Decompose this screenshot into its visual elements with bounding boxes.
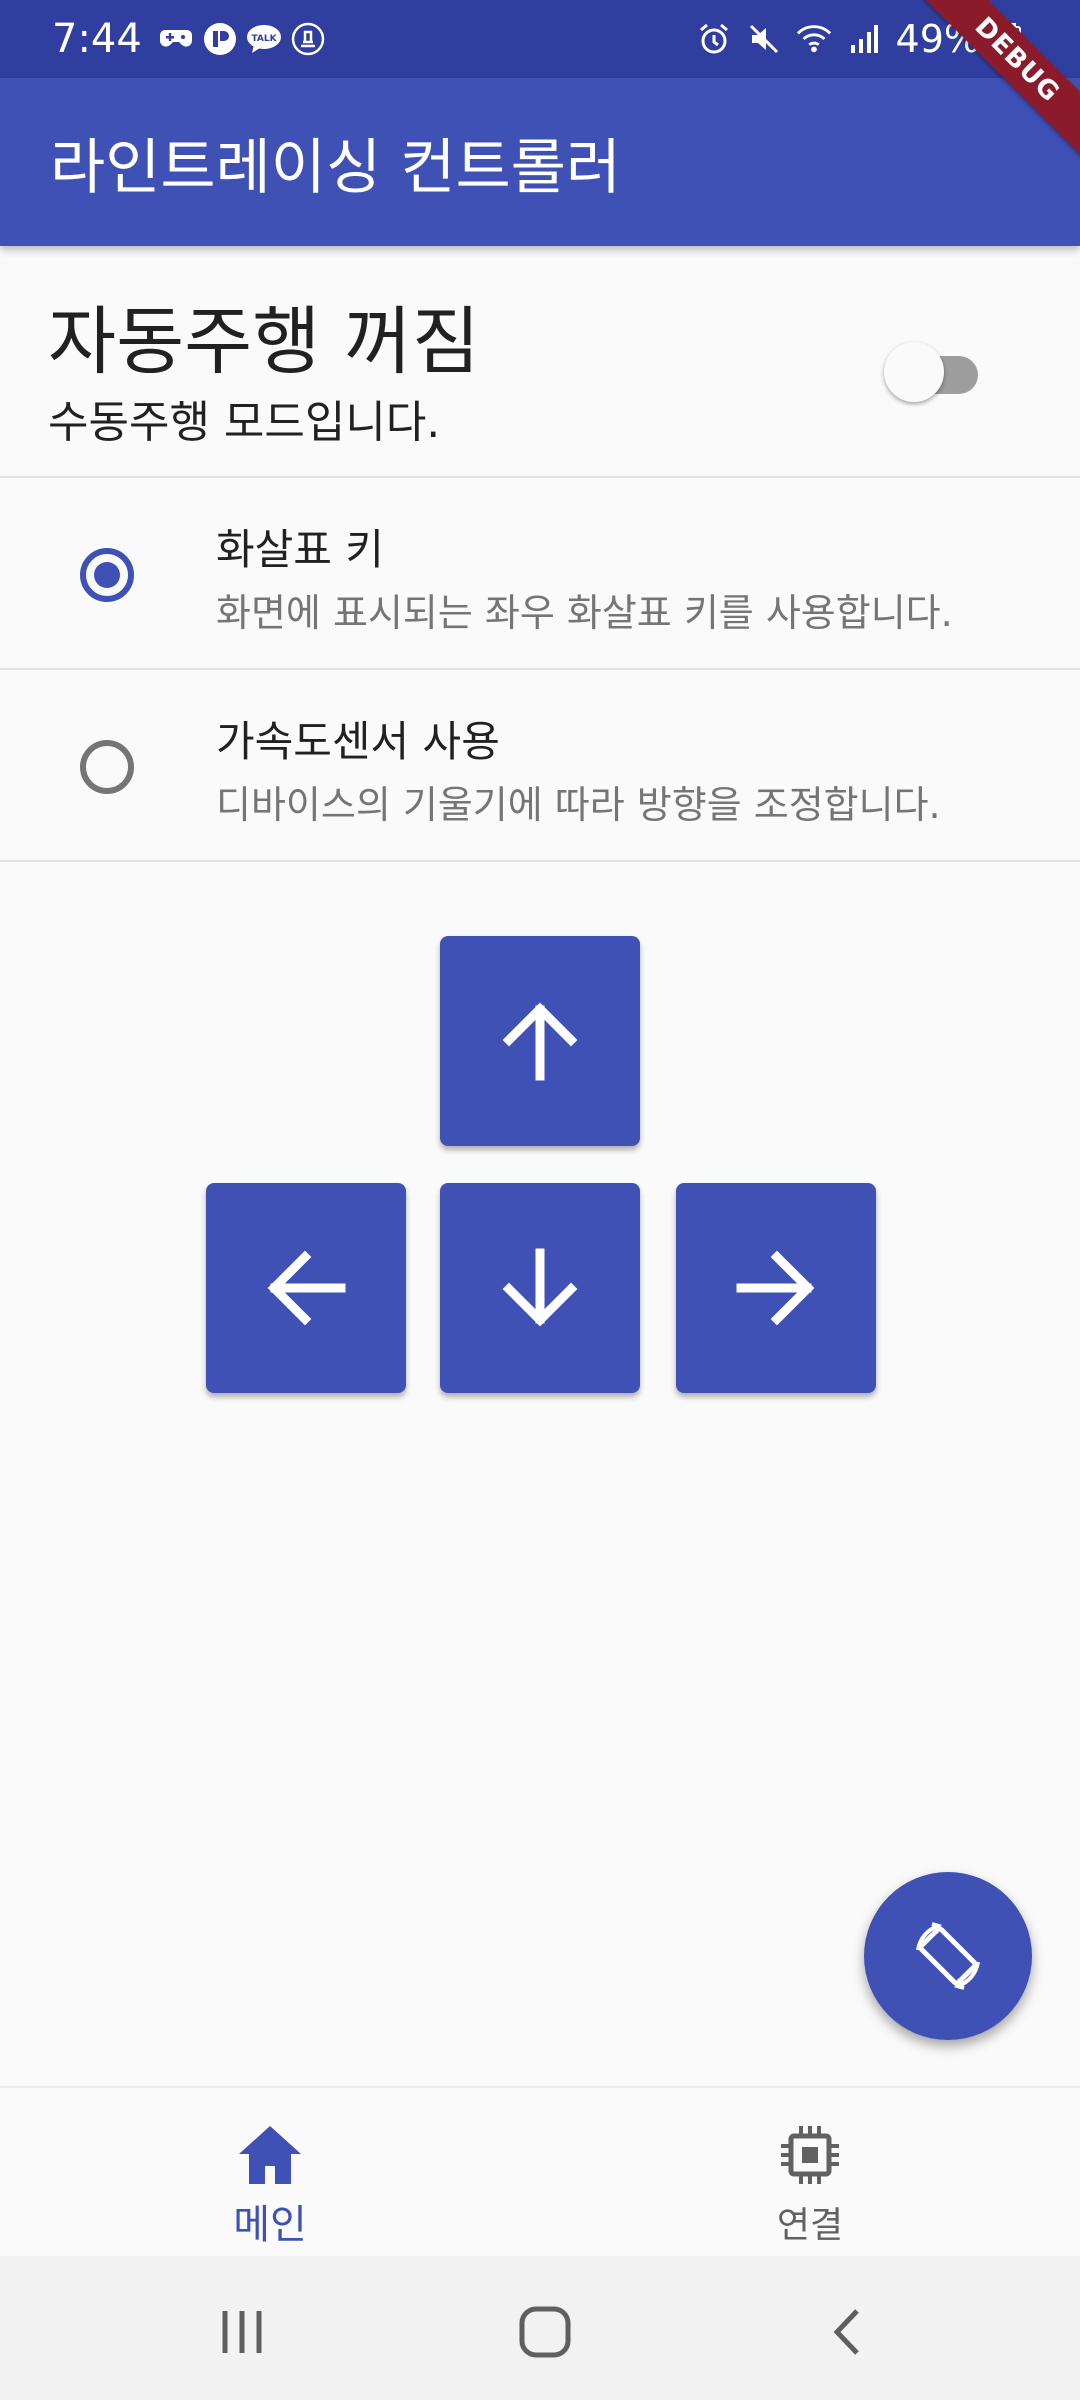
arrow-up-button[interactable] bbox=[440, 936, 640, 1146]
back-button[interactable] bbox=[808, 2292, 888, 2372]
nav-item-main[interactable]: 메인 bbox=[0, 2088, 540, 2258]
game-controller-icon bbox=[158, 21, 194, 57]
autodrive-subtitle: 수동주행 모드입니다. bbox=[48, 397, 441, 448]
arrow-down-button[interactable] bbox=[440, 1183, 640, 1393]
arrow-left-icon bbox=[267, 1250, 346, 1326]
radio-subtitle: 화면에 표시되는 좌우 화살표 키를 사용합니다. bbox=[216, 591, 953, 635]
back-icon bbox=[833, 2309, 859, 2355]
rotate-screen-fab[interactable] bbox=[864, 1872, 1032, 2040]
mute-icon bbox=[746, 21, 782, 57]
wifi-icon bbox=[796, 21, 832, 57]
chip-icon bbox=[781, 2126, 839, 2184]
signal-icon bbox=[846, 21, 882, 57]
bottom-navigation: 메인 연결 bbox=[0, 2086, 1080, 2256]
svg-text:TALK: TALK bbox=[251, 34, 277, 44]
nav-item-connection[interactable]: 연결 bbox=[540, 2088, 1080, 2258]
talk-icon: TALK bbox=[246, 21, 282, 57]
recent-apps-icon bbox=[222, 2311, 262, 2353]
home-icon bbox=[239, 2126, 301, 2184]
switch-thumb bbox=[884, 342, 944, 402]
app-screen: 7:44 TALK 49% DEBUG 라인트레이싱 컨트롤러 자동주행 꺼짐 … bbox=[0, 0, 1080, 2400]
radio-subtitle: 디바이스의 기울기에 따라 방향을 조정합니다. bbox=[216, 783, 941, 827]
status-time: 7:44 bbox=[52, 16, 142, 62]
recent-apps-button[interactable] bbox=[202, 2292, 282, 2372]
radio-option-accelerometer[interactable]: 가속도센서 사용 디바이스의 기울기에 따라 방향을 조정합니다. bbox=[0, 670, 1080, 862]
arrow-right-button[interactable] bbox=[676, 1183, 876, 1393]
radio-button-unchecked[interactable] bbox=[80, 740, 134, 794]
system-navigation-bar bbox=[0, 2256, 1080, 2400]
nav-label: 연결 bbox=[776, 2205, 844, 2246]
radio-button-checked[interactable] bbox=[80, 548, 134, 602]
autodrive-title: 자동주행 꺼짐 bbox=[48, 299, 481, 385]
autodrive-switch[interactable] bbox=[884, 338, 994, 402]
app-title: 라인트레이싱 컨트롤러 bbox=[50, 132, 622, 203]
arrow-left-button[interactable] bbox=[206, 1183, 406, 1393]
nav-label: 메인 bbox=[233, 2202, 307, 2248]
alarm-icon bbox=[696, 21, 732, 57]
autodrive-tile[interactable]: 자동주행 꺼짐 수동주행 모드입니다. bbox=[0, 246, 1080, 478]
app-icon bbox=[202, 21, 238, 57]
home-button[interactable] bbox=[505, 2292, 585, 2372]
badge-icon bbox=[290, 21, 326, 57]
radio-title: 가속도센서 사용 bbox=[216, 717, 500, 766]
arrow-right-icon bbox=[736, 1250, 815, 1326]
radio-option-arrow-keys[interactable]: 화살표 키 화면에 표시되는 좌우 화살표 키를 사용합니다. bbox=[0, 478, 1080, 670]
radio-dot bbox=[94, 562, 120, 588]
status-bar: 7:44 TALK 49% bbox=[0, 0, 1080, 78]
radio-title: 화살표 키 bbox=[216, 525, 384, 574]
arrow-down-icon bbox=[502, 1248, 578, 1327]
screen-rotation-icon bbox=[916, 1922, 980, 1990]
app-bar: 라인트레이싱 컨트롤러 bbox=[0, 78, 1080, 246]
arrow-up-icon bbox=[502, 1002, 578, 1081]
notification-icons: TALK bbox=[158, 21, 326, 57]
home-circle-icon bbox=[519, 2306, 571, 2358]
